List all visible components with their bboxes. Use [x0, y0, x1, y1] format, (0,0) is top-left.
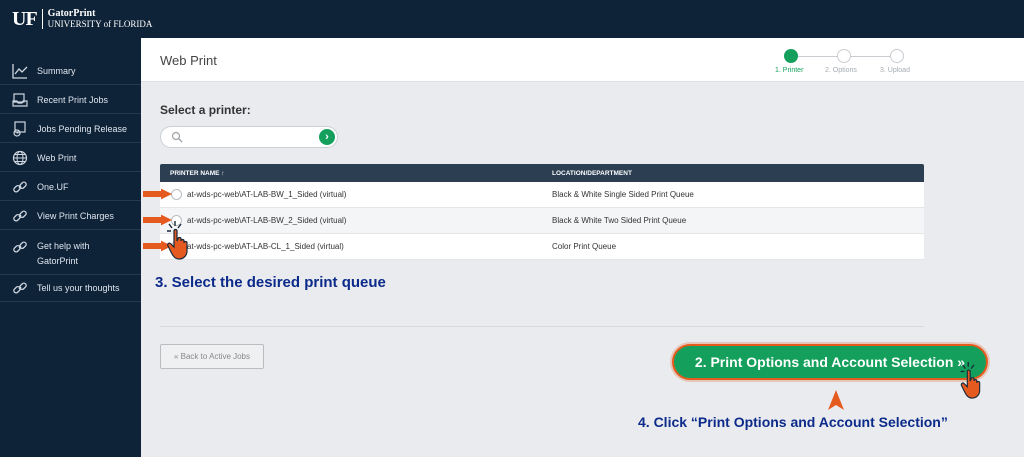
hand-cursor-icon — [167, 221, 188, 260]
sidebar-item-label: Tell us your thoughts — [37, 282, 120, 293]
app-name: GatorPrint — [47, 8, 96, 19]
link-icon — [13, 281, 27, 294]
sidebar-item-get-help[interactable]: Get help with GatorPrint — [0, 231, 141, 275]
link-icon — [13, 241, 27, 253]
divider — [160, 326, 924, 327]
step-label-upload: 3. Upload — [880, 67, 910, 74]
search-icon — [171, 131, 183, 143]
sidebar-item-label: View Print Charges — [37, 210, 114, 221]
step-connector — [851, 55, 890, 57]
step-dot-upload — [890, 49, 904, 63]
arrow-right-icon — [143, 188, 172, 200]
print-options-button[interactable]: 2. Print Options and Account Selection » — [672, 344, 988, 380]
sidebar-item-label: One.UF — [37, 181, 69, 192]
sidebar-item-label: Jobs Pending Release — [37, 123, 128, 134]
step-dot-options — [837, 49, 851, 63]
sidebar-item-label: Recent Print Jobs — [37, 94, 109, 105]
sidebar-item-view-print-charges[interactable]: View Print Charges — [0, 202, 141, 230]
hand-cursor-icon — [960, 362, 981, 399]
annotation-step-3: 3. Select the desired print queue — [155, 274, 386, 291]
link-icon — [13, 180, 27, 193]
step-connector — [798, 55, 837, 57]
logo-mark: UF — [12, 8, 38, 30]
page-title: Web Print — [160, 53, 217, 68]
printer-name: at-wds-pc-web\AT-LAB-BW_2_Sided (virtual… — [187, 216, 347, 225]
sidebar-item-recent-print-jobs[interactable]: Recent Print Jobs — [0, 86, 141, 114]
printer-search-input[interactable]: › — [160, 126, 338, 148]
back-to-active-jobs-button[interactable]: « Back to Active Jobs — [160, 344, 264, 369]
print-release-icon — [13, 120, 26, 137]
printer-location: Black & White Single Sided Print Queue — [552, 190, 694, 199]
search-go-button[interactable]: › — [319, 129, 335, 145]
line-chart-icon — [12, 63, 28, 79]
printer-name: at-wds-pc-web\AT-LAB-BW_1_Sided (virtual… — [187, 190, 347, 199]
step-label-options: 2. Options — [825, 67, 857, 74]
sidebar-item-one-uf[interactable]: One.UF — [0, 173, 141, 201]
table-header: PRINTER NAME ↑ LOCATION/DEPARTMENT — [160, 164, 924, 182]
sidebar-item-summary[interactable]: Summary — [0, 57, 141, 85]
inbox-icon — [12, 92, 28, 107]
sidebar-item-feedback[interactable]: Tell us your thoughts — [0, 274, 141, 302]
table-row[interactable]: at-wds-pc-web\AT-LAB-BW_2_Sided (virtual… — [160, 208, 924, 234]
logo-text: GatorPrint UNIVERSITY of FLORIDA — [47, 8, 153, 30]
printer-name: at-wds-pc-web\AT-LAB-CL_1_Sided (virtual… — [187, 242, 344, 251]
annotation-step-4: 4. Click “Print Options and Account Sele… — [638, 414, 948, 430]
column-printer-name[interactable]: PRINTER NAME ↑ — [170, 170, 225, 177]
page-header: Web Print 1. Printer 2. Options 3. Uploa… — [141, 38, 1024, 82]
step-label-printer: 1. Printer — [775, 67, 804, 74]
sidebar-item-label: Web Print — [37, 152, 77, 163]
sidebar: Summary Recent Print Jobs Jobs Pending R… — [0, 38, 141, 457]
sidebar-item-jobs-pending-release[interactable]: Jobs Pending Release — [0, 115, 141, 143]
printer-table: PRINTER NAME ↑ LOCATION/DEPARTMENT at-wd… — [160, 164, 924, 260]
logo-divider — [41, 9, 43, 29]
sidebar-item-label: Get help with GatorPrint — [37, 241, 90, 266]
column-location[interactable]: LOCATION/DEPARTMENT — [552, 170, 632, 177]
sidebar-item-label: Summary — [37, 65, 76, 76]
table-row[interactable]: at-wds-pc-web\AT-LAB-BW_1_Sided (virtual… — [160, 182, 924, 208]
link-icon — [13, 209, 27, 222]
arrow-up-icon — [828, 390, 844, 410]
table-row[interactable]: at-wds-pc-web\AT-LAB-CL_1_Sided (virtual… — [160, 234, 924, 260]
university-name: UNIVERSITY of FLORIDA — [47, 19, 153, 29]
printer-location: Black & White Two Sided Print Queue — [552, 216, 687, 225]
step-dot-printer — [784, 49, 798, 63]
uf-logo[interactable]: UF GatorPrint UNIVERSITY of FLORIDA — [12, 9, 152, 29]
select-printer-heading: Select a printer: — [160, 103, 251, 117]
printer-location: Color Print Queue — [552, 242, 617, 251]
globe-icon — [12, 150, 28, 165]
top-bar: UF GatorPrint UNIVERSITY of FLORIDA — [0, 0, 1024, 38]
sidebar-item-web-print[interactable]: Web Print — [0, 144, 141, 172]
main-content: Web Print 1. Printer 2. Options 3. Uploa… — [141, 38, 1024, 457]
